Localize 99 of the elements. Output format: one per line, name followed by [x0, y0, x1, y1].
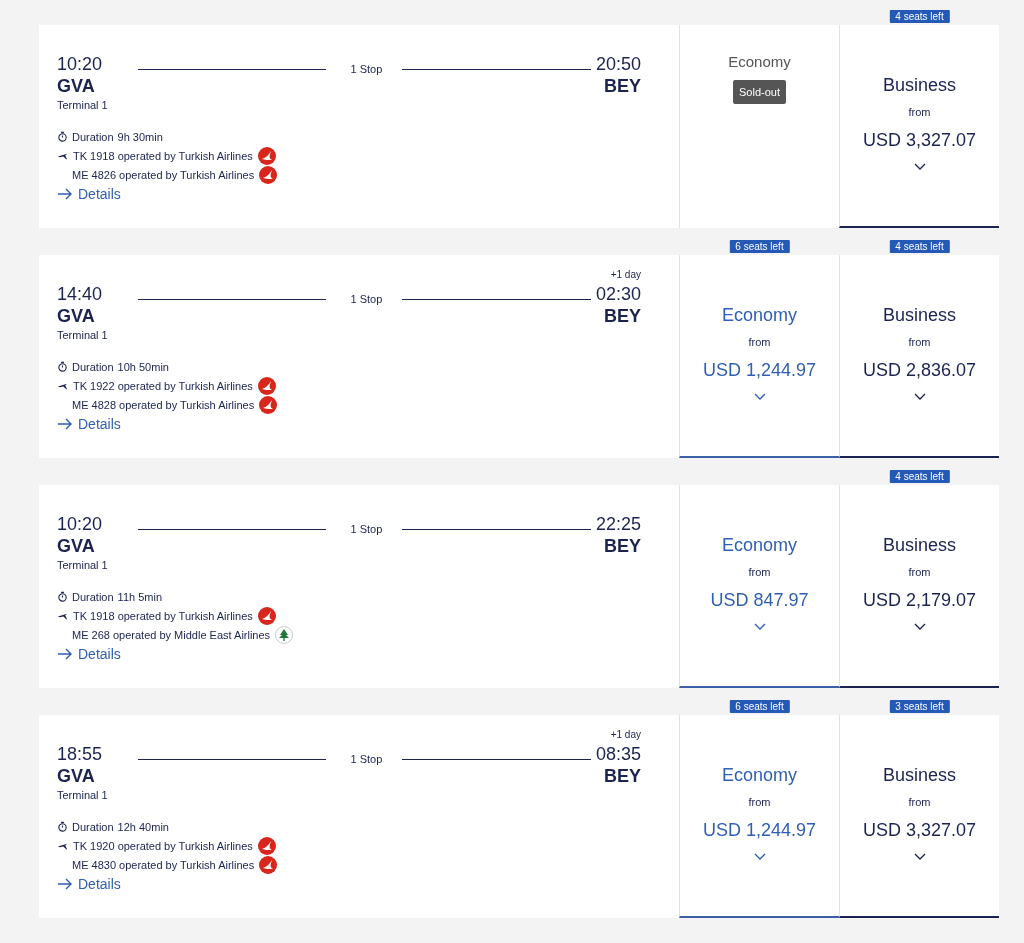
fare-price: USD 2,836.07 [862, 360, 977, 381]
departure-time: 10:20 [57, 513, 104, 535]
duration-value: 10h 50min [117, 360, 169, 373]
fare-price: USD 3,327.07 [862, 130, 977, 151]
segment-label: ME 268 operated by Middle East Airlines [72, 628, 271, 641]
stopwatch-icon [57, 131, 68, 142]
stopwatch-icon [57, 361, 68, 372]
segment-label: ME 4830 operated by Turkish Airlines [72, 858, 255, 871]
terminal-label: Terminal 1 [57, 329, 108, 341]
chevron-down-icon [753, 393, 766, 400]
fare-price: USD 1,244.97 [702, 820, 817, 841]
cabin-label: Economy [721, 535, 797, 556]
airport-code: GVA [57, 765, 96, 787]
from-label: from [908, 336, 931, 348]
fare-price: USD 3,327.07 [862, 820, 977, 841]
details-link[interactable]: Details [57, 876, 121, 892]
segment-label: TK 1918 operated by Turkish Airlines [73, 149, 253, 162]
chevron-down-icon [753, 853, 766, 860]
from-label: from [908, 796, 931, 808]
duration-label: Duration [72, 820, 114, 833]
chevron-down-icon [913, 393, 926, 400]
stops-label: 1 Stop [349, 63, 384, 75]
arrival-time: 02:30 [595, 283, 641, 305]
segment-label: TK 1920 operated by Turkish Airlines [73, 839, 253, 852]
cabin-label: Business [882, 305, 956, 326]
departure-time: 14:40 [57, 283, 104, 305]
segment-label: TK 1922 operated by Turkish Airlines [73, 379, 253, 392]
airline-logo-icon [259, 395, 278, 414]
terminal-label: Terminal 1 [57, 99, 108, 111]
cabin-label: Business [882, 765, 956, 786]
chevron-down-icon [913, 163, 926, 170]
stopwatch-icon [57, 821, 68, 832]
duration-value: 11h 5min [117, 590, 162, 603]
airline-logo-icon [259, 165, 278, 184]
from-label: from [748, 336, 771, 348]
airline-logo-icon [257, 606, 276, 625]
duration-value: 9h 30min [117, 130, 163, 143]
seats-left-badge: 4 seats left [889, 470, 950, 483]
airport-code: BEY [604, 765, 641, 787]
stops-label: 1 Stop [349, 753, 384, 765]
airport-code: BEY [604, 535, 641, 557]
airport-code: GVA [57, 305, 96, 327]
duration-label: Duration [72, 130, 114, 143]
terminal-label: Terminal 1 [57, 789, 108, 801]
from-label: from [908, 566, 931, 578]
details-link[interactable]: Details [57, 186, 121, 202]
fare-price: USD 1,244.97 [702, 360, 817, 381]
fare-price: USD 2,179.07 [862, 590, 977, 611]
duration-label: Duration [72, 590, 114, 603]
departure-time: 10:20 [57, 53, 104, 75]
chevron-down-icon [913, 853, 926, 860]
airport-code: BEY [604, 305, 641, 327]
from-label: from [748, 796, 771, 808]
arrival-time: 20:50 [595, 53, 641, 75]
chevron-down-icon [913, 623, 926, 630]
cabin-label: Business [882, 75, 956, 96]
details-link[interactable]: Details [57, 646, 121, 662]
cabin-label: Business [882, 535, 956, 556]
seats-left-badge: 6 seats left [729, 700, 790, 713]
stopwatch-icon [57, 591, 68, 602]
from-label: from [748, 566, 771, 578]
day-offset: +1 day [610, 729, 641, 740]
seats-left-badge: 6 seats left [729, 240, 790, 253]
airline-logo-icon [259, 855, 278, 874]
cabin-label: Economy [721, 765, 797, 786]
terminal-label: Terminal 1 [57, 559, 108, 571]
airline-logo-icon [257, 836, 276, 855]
airline-logo-icon [275, 625, 294, 644]
chevron-down-icon [753, 623, 766, 630]
arrival-time: 22:25 [595, 513, 641, 535]
airport-code: GVA [57, 75, 96, 97]
airline-logo-icon [257, 376, 276, 395]
fare-price: USD 847.97 [710, 590, 809, 611]
duration-value: 12h 40min [117, 820, 169, 833]
stops-label: 1 Stop [349, 523, 384, 535]
cabin-label: Economy [721, 305, 797, 326]
sold-out-badge: Sold-out [733, 80, 786, 104]
segment-label: TK 1918 operated by Turkish Airlines [73, 609, 253, 622]
arrow-right-icon [57, 648, 73, 660]
from-label: from [908, 106, 931, 118]
segment-label: ME 4826 operated by Turkish Airlines [72, 168, 255, 181]
airport-code: BEY [604, 75, 641, 97]
duration-label: Duration [72, 360, 114, 373]
segment-label: ME 4828 operated by Turkish Airlines [72, 398, 255, 411]
fare-option[interactable]: Economy from USD 847.97 [679, 485, 839, 688]
airport-code: GVA [57, 535, 96, 557]
arrow-right-icon [57, 188, 73, 200]
departure-time: 18:55 [57, 743, 104, 765]
details-link[interactable]: Details [57, 416, 121, 432]
day-offset: +1 day [610, 269, 641, 280]
airline-logo-icon [257, 146, 276, 165]
stops-label: 1 Stop [349, 293, 384, 305]
arrow-right-icon [57, 878, 73, 890]
cabin-label: Economy [728, 53, 791, 70]
arrow-right-icon [57, 418, 73, 430]
seats-left-badge: 4 seats left [889, 10, 950, 23]
seats-left-badge: 4 seats left [889, 240, 950, 253]
seats-left-badge: 3 seats left [889, 700, 950, 713]
arrival-time: 08:35 [595, 743, 641, 765]
